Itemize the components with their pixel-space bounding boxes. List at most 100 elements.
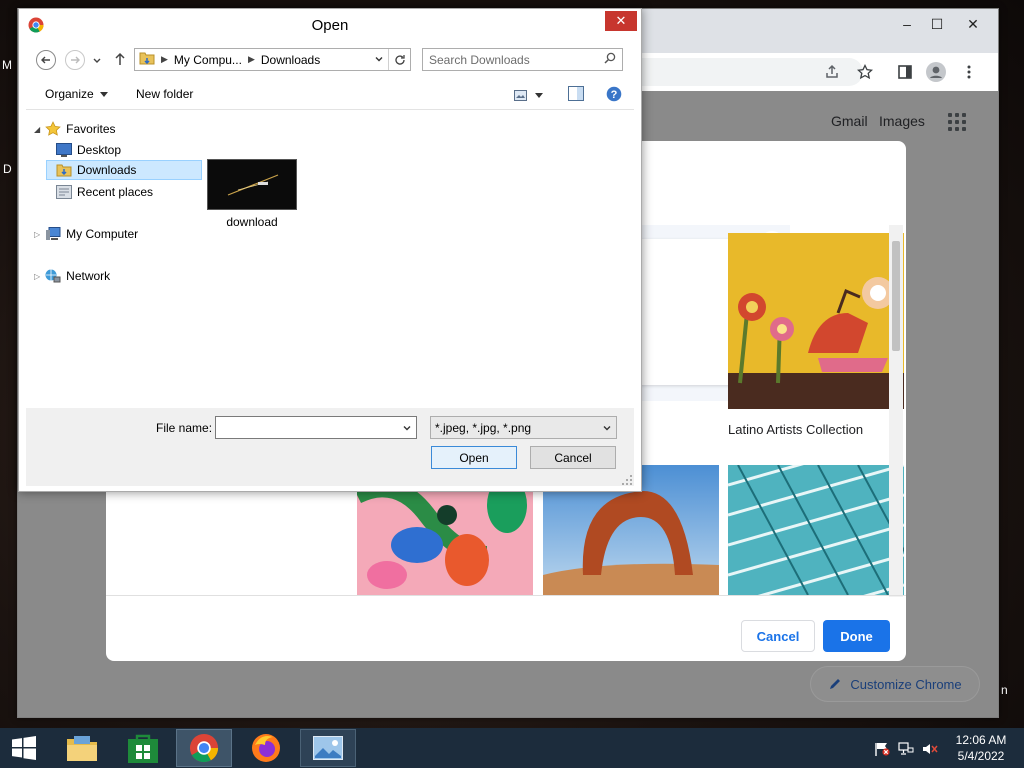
- refresh-icon[interactable]: [388, 49, 410, 70]
- menu-icon[interactable]: [958, 61, 980, 83]
- star-icon: [45, 121, 61, 136]
- preview-pane-icon[interactable]: [568, 86, 584, 102]
- desktop-icon-label-fragment: n: [1001, 683, 1008, 697]
- firefox-icon[interactable]: [238, 729, 294, 767]
- chevron-down-icon: [603, 425, 611, 430]
- recent-places-icon: [56, 185, 72, 199]
- tree-item-favorites[interactable]: ◢ Favorites: [34, 119, 116, 139]
- side-panel-icon[interactable]: [894, 61, 916, 83]
- search-input[interactable]: Search Downloads: [422, 48, 623, 71]
- expand-arrow-icon[interactable]: ◢: [34, 125, 40, 134]
- recent-locations-chevron-icon[interactable]: [92, 54, 104, 66]
- svg-text:?: ?: [611, 89, 618, 101]
- dialog-bottom-panel: File name: *.jpeg, *.jpg, *.png Open Can…: [26, 408, 634, 486]
- open-dialog-titlebar: Open ✕: [19, 9, 641, 41]
- customize-done-button[interactable]: Done: [823, 620, 890, 652]
- dialog-divider: [106, 595, 906, 596]
- volume-muted-icon[interactable]: [922, 742, 938, 756]
- start-icon[interactable]: [0, 729, 48, 767]
- search-placeholder: Search Downloads: [429, 52, 530, 67]
- tree-label: Network: [66, 269, 111, 283]
- network-icon: [45, 269, 61, 283]
- open-button[interactable]: Open: [431, 446, 517, 469]
- computer-icon: [46, 227, 61, 240]
- expand-arrow-icon[interactable]: ▷: [34, 230, 40, 239]
- new-folder-button[interactable]: New folder: [136, 87, 193, 101]
- change-view-button[interactable]: [514, 87, 548, 103]
- command-bar: Organize New folder ?: [26, 81, 634, 109]
- breadcrumb-downloads[interactable]: Downloads: [261, 53, 320, 67]
- photos-icon[interactable]: [300, 729, 356, 767]
- tile-caption-latino-artists: Latino Artists Collection: [728, 422, 864, 437]
- cancel-button[interactable]: Cancel: [530, 446, 616, 469]
- organize-button[interactable]: Organize: [45, 87, 108, 101]
- desktop-icon: [56, 143, 72, 157]
- tree-item-desktop[interactable]: Desktop: [56, 140, 121, 160]
- images-link[interactable]: Images: [879, 113, 925, 129]
- customize-cancel-button[interactable]: Cancel: [741, 620, 815, 652]
- clock-date: 5/4/2022: [957, 749, 1005, 763]
- desktop-icon-label-fragment: M: [2, 58, 12, 72]
- dialog-body: ◢ Favorites Desktop Downloads Recent pla…: [26, 109, 634, 408]
- tree-item-my-computer[interactable]: ▷ My Computer: [34, 224, 138, 244]
- up-arrow-icon[interactable]: [114, 52, 128, 66]
- share-icon[interactable]: [821, 61, 843, 83]
- file-name-label: download: [226, 215, 278, 229]
- store-icon[interactable]: [115, 729, 171, 767]
- file-type-value: *.jpeg, *.jpg, *.png: [435, 420, 532, 435]
- tree-label: Downloads: [77, 163, 137, 177]
- tree-label: Favorites: [66, 122, 116, 136]
- taskbar: [0, 728, 1024, 768]
- tree-item-downloads[interactable]: Downloads: [46, 160, 202, 180]
- gmail-link[interactable]: Gmail: [831, 113, 868, 129]
- open-dialog-close-button[interactable]: ✕: [605, 11, 637, 31]
- downloads-folder-icon: [56, 164, 72, 177]
- dropdown-arrow-icon: [535, 92, 543, 98]
- tree-item-network[interactable]: ▷ Network: [34, 266, 110, 286]
- open-file-dialog: Open ✕ ▶ My Compu... ▶ Downloads Search …: [18, 8, 642, 492]
- file-explorer-icon[interactable]: [54, 729, 110, 767]
- system-clock[interactable]: 12:06 AM 5/4/2022: [946, 732, 1016, 764]
- dialog-scrollbar[interactable]: [889, 225, 903, 597]
- file-name-label: File name:: [156, 421, 213, 435]
- pencil-icon: [830, 679, 841, 689]
- view-icon: [514, 89, 527, 101]
- dropdown-arrow-icon: [99, 91, 108, 97]
- chrome-icon[interactable]: [176, 729, 232, 767]
- tree-label: Desktop: [77, 143, 122, 157]
- help-icon[interactable]: ?: [606, 86, 622, 102]
- resize-grip-icon[interactable]: [622, 474, 632, 485]
- action-center-flag-icon[interactable]: [874, 742, 890, 756]
- file-type-select[interactable]: *.jpeg, *.jpg, *.png: [430, 416, 617, 439]
- open-dialog-title: Open: [311, 17, 349, 34]
- file-name-input[interactable]: [215, 416, 417, 439]
- back-arrow-icon[interactable]: [36, 50, 56, 70]
- scrollbar-thumb[interactable]: [892, 241, 900, 351]
- clock-time: 12:06 AM: [955, 733, 1007, 747]
- folder-icon: [139, 51, 155, 68]
- address-dropdown-chevron-icon[interactable]: [374, 53, 384, 67]
- breadcrumb-chevron-icon: ▶: [247, 54, 255, 64]
- breadcrumb-chevron-icon: ▶: [161, 54, 168, 64]
- breadcrumb-my-computer[interactable]: My Compu...: [174, 53, 242, 67]
- forward-arrow-icon[interactable]: [65, 50, 85, 70]
- profile-icon[interactable]: [925, 61, 947, 83]
- file-thumbnail: [207, 159, 297, 210]
- expand-arrow-icon[interactable]: ▷: [34, 272, 40, 281]
- chevron-down-icon[interactable]: [402, 423, 412, 433]
- tree-label: My Computer: [66, 227, 139, 241]
- organize-label: Organize: [45, 87, 94, 101]
- tree-item-recent-places[interactable]: Recent places: [56, 182, 153, 202]
- background-tile-latino-artists[interactable]: [728, 233, 904, 409]
- address-bar[interactable]: ▶ My Compu... ▶ Downloads: [134, 48, 411, 71]
- apps-grid-icon[interactable]: [948, 113, 966, 131]
- background-tile-glass[interactable]: [728, 465, 904, 595]
- close-button[interactable]: ✕: [948, 11, 998, 37]
- customize-chrome-label: Customize Chrome: [850, 676, 962, 692]
- search-icon: [604, 52, 616, 67]
- star-icon[interactable]: [854, 61, 876, 83]
- network-status-icon[interactable]: [898, 742, 914, 756]
- desktop-icon-label-fragment: D: [3, 162, 12, 176]
- file-item[interactable]: download: [204, 159, 300, 237]
- customize-chrome-button[interactable]: Customize Chrome: [810, 666, 980, 702]
